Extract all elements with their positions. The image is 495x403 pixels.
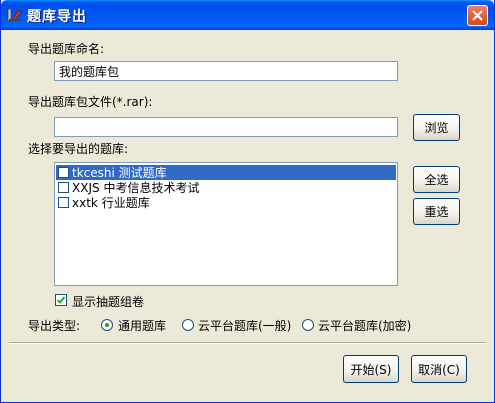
- bank-checkbox[interactable]: [58, 197, 69, 208]
- app-icon: [7, 8, 22, 22]
- close-icon: [472, 10, 483, 21]
- export-type-cloud-encrypted-radio[interactable]: [302, 319, 314, 331]
- browse-button-label: 浏览: [424, 121, 449, 135]
- bank-list[interactable]: tkceshi 测试题库 XXJS 中考信息技术考试 xxtk 行业题库: [54, 162, 398, 286]
- select-all-label: 全选: [424, 173, 449, 187]
- bank-code: XXJS: [72, 180, 100, 195]
- export-dialog: 题库导出 导出题库命名: 导出题库包文件(*.rar): 浏览 选择要导出的题库…: [0, 0, 495, 403]
- bank-code: xxtk: [72, 195, 98, 210]
- checkmark-icon: [56, 296, 66, 304]
- reselect-label: 重选: [424, 205, 449, 219]
- package-name-label: 导出题库命名:: [28, 42, 105, 56]
- bank-name: 行业题库: [101, 196, 150, 210]
- bank-list-item[interactable]: xxtk 行业题库: [56, 195, 396, 210]
- footer-divider: [9, 342, 486, 344]
- bank-code: tkceshi: [72, 165, 115, 180]
- bank-checkbox[interactable]: [58, 182, 69, 193]
- bank-list-item[interactable]: XXJS 中考信息技术考试: [56, 180, 396, 195]
- bank-select-label: 选择要导出的题库:: [28, 142, 129, 156]
- export-type-generic-radio[interactable]: [101, 319, 113, 331]
- show-extract-checkbox[interactable]: [55, 294, 67, 306]
- close-button[interactable]: [467, 5, 488, 26]
- bank-checkbox[interactable]: [58, 167, 69, 178]
- browse-button[interactable]: 浏览: [413, 114, 460, 141]
- cancel-button-label: 取消(C): [418, 362, 460, 377]
- select-all-button[interactable]: 全选: [413, 166, 460, 193]
- export-type-cloud-encrypted-label: 云平台题库(加密): [318, 319, 412, 333]
- package-name-input[interactable]: [54, 61, 398, 81]
- start-button-label: 开始(S): [350, 362, 392, 377]
- window-title: 题库导出: [27, 9, 87, 25]
- export-type-cloud-normal-radio[interactable]: [182, 319, 194, 331]
- export-type-label: 导出类型:: [28, 319, 81, 333]
- cancel-button[interactable]: 取消(C): [411, 355, 467, 383]
- title-bar[interactable]: 题库导出: [1, 0, 494, 30]
- bank-list-item[interactable]: tkceshi 测试题库: [56, 165, 396, 180]
- start-button[interactable]: 开始(S): [343, 355, 399, 383]
- export-type-cloud-normal-label: 云平台题库(一般): [198, 319, 292, 333]
- export-type-generic-label: 通用题库: [118, 319, 167, 333]
- reselect-button[interactable]: 重选: [413, 198, 460, 225]
- package-file-label: 导出题库包文件(*.rar):: [28, 95, 153, 109]
- show-extract-label: 显示抽题组卷: [72, 295, 145, 309]
- package-file-input[interactable]: [54, 117, 398, 137]
